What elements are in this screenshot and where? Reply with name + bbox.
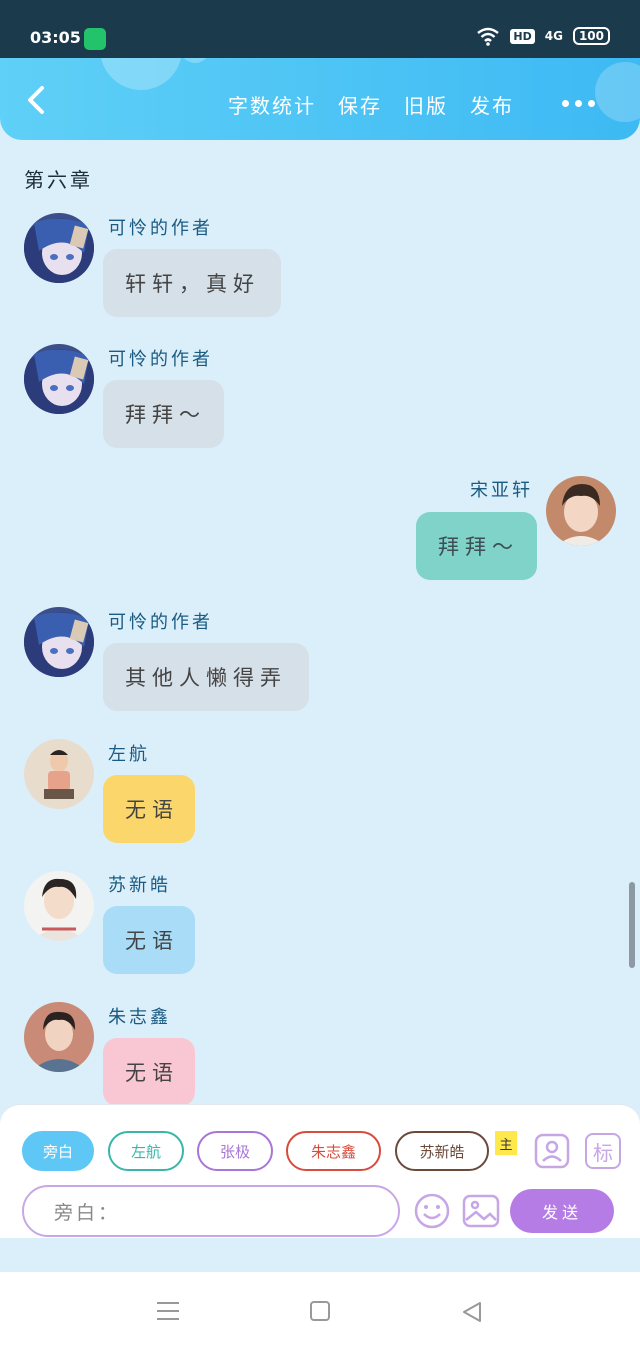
decor-bubble xyxy=(180,58,210,63)
sender-name: 左航 xyxy=(108,744,150,765)
wifi-icon xyxy=(477,27,500,46)
status-bar: 03:05 HD 4G 100 xyxy=(0,0,640,58)
compose-panel: 旁白 左航 张极 朱志鑫 苏新皓 主 标 旁白： 发送 xyxy=(0,1104,640,1238)
status-time: 03:05 xyxy=(30,28,81,47)
message-bubble[interactable]: 轩轩，真好 xyxy=(103,249,281,317)
message-bubble[interactable]: 无语 xyxy=(103,1038,195,1106)
sender-name: 可怜的作者 xyxy=(108,349,213,370)
role-chip-suxinhao[interactable]: 苏新皓 xyxy=(395,1131,489,1171)
old-version-button[interactable]: 旧版 xyxy=(404,90,448,119)
role-chip-zuohang[interactable]: 左航 xyxy=(108,1131,184,1171)
decor-bubble xyxy=(100,58,182,90)
sender-name: 朱志鑫 xyxy=(108,1007,171,1028)
word-count-button[interactable]: 字数统计 xyxy=(228,90,316,119)
message-bubble[interactable]: 无语 xyxy=(103,906,195,974)
editor-header: 字数统计 保存 旧版 发布 xyxy=(0,58,640,140)
avatar[interactable] xyxy=(546,476,616,546)
role-chip-narration[interactable]: 旁白 xyxy=(22,1131,94,1171)
header-actions: 字数统计 保存 旧版 发布 xyxy=(228,90,514,119)
menu-icon[interactable] xyxy=(155,1300,181,1322)
message-input-text: 旁白： xyxy=(54,1201,121,1224)
more-options-icon[interactable] xyxy=(562,100,595,107)
back-icon[interactable] xyxy=(460,1300,484,1324)
avatar[interactable] xyxy=(24,1002,94,1072)
battery-saver-icon xyxy=(84,28,106,50)
label-button[interactable]: 标 xyxy=(585,1133,621,1169)
contact-icon[interactable] xyxy=(534,1133,570,1169)
message-bubble[interactable]: 拜拜～ xyxy=(103,380,224,448)
hd-badge: HD xyxy=(510,28,535,44)
system-nav-bar xyxy=(0,1272,640,1351)
main-role-tag[interactable]: 主 xyxy=(495,1131,517,1155)
role-chip-zhangji[interactable]: 张极 xyxy=(197,1131,273,1171)
message-input[interactable]: 旁白： xyxy=(22,1185,400,1237)
sender-name: 可怜的作者 xyxy=(108,612,213,633)
save-button[interactable]: 保存 xyxy=(338,90,382,119)
message-bubble[interactable]: 无语 xyxy=(103,775,195,843)
chapter-title: 第六章 xyxy=(24,168,93,192)
back-arrow-icon[interactable] xyxy=(22,84,48,116)
battery-icon: 100 xyxy=(572,27,610,45)
sender-name: 宋亚轩 xyxy=(470,480,533,501)
sender-name: 可怜的作者 xyxy=(108,218,213,239)
role-chip-zhuzhixin[interactable]: 朱志鑫 xyxy=(286,1131,381,1171)
decor-bubble xyxy=(595,62,640,122)
network-indicator: 4G xyxy=(544,29,563,43)
image-icon[interactable] xyxy=(462,1192,500,1230)
avatar[interactable] xyxy=(24,739,94,809)
sender-name: 苏新皓 xyxy=(108,875,171,896)
scrollbar[interactable] xyxy=(629,882,635,968)
label-button-text: 标 xyxy=(593,1140,613,1165)
avatar[interactable] xyxy=(24,344,94,414)
avatar[interactable] xyxy=(24,871,94,941)
publish-button[interactable]: 发布 xyxy=(470,90,514,119)
status-icons: HD 4G 100 xyxy=(476,26,610,46)
message-bubble[interactable]: 其他人懒得弄 xyxy=(103,643,309,711)
home-icon[interactable] xyxy=(309,1300,331,1322)
avatar[interactable] xyxy=(24,607,94,677)
send-button[interactable]: 发送 xyxy=(510,1189,614,1233)
avatar[interactable] xyxy=(24,213,94,283)
emoji-icon[interactable] xyxy=(413,1192,451,1230)
message-bubble[interactable]: 拜拜～ xyxy=(416,512,537,580)
